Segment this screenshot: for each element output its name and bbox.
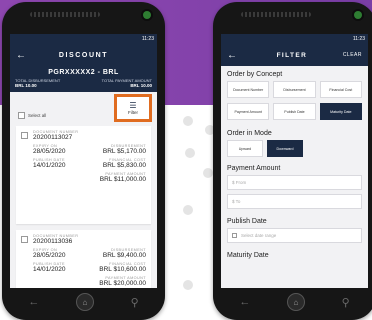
filter-header: ← FILTER CLEAR	[221, 44, 368, 66]
filter-label: Filter	[128, 109, 138, 115]
decor-dot	[203, 168, 213, 178]
nav-back-icon[interactable]: ←	[239, 296, 250, 308]
discount-screen: 11:23 ← DISCOUNT PGRXXXXX2 - BRL TOTAL D…	[10, 34, 157, 288]
date-range-placeholder: Select date range	[241, 233, 277, 238]
camera-icon	[354, 11, 362, 19]
phone-right: 11:23 ← FILTER CLEAR Order by Concept Do…	[213, 2, 372, 320]
filter-screen: 11:23 ← FILTER CLEAR Order by Concept Do…	[221, 34, 368, 288]
concept-option-payment-amount[interactable]: Payment Amount	[227, 103, 270, 120]
expiry-value: 28/05/2020	[33, 252, 66, 259]
maturity-date-title: Maturity Date	[227, 252, 269, 259]
status-time: 11:23	[221, 34, 368, 44]
account-number: PGRXXXXX2 - BRL	[48, 69, 119, 76]
select-all-checkbox[interactable]	[18, 112, 25, 119]
concept-option-document-number[interactable]: Document Number	[227, 81, 270, 98]
amount-from-input[interactable]: $ From	[227, 175, 362, 190]
decor-dot	[185, 148, 195, 158]
mode-option-upward[interactable]: Upward	[227, 140, 263, 157]
order-concept-title: Order by Concept	[227, 71, 283, 78]
page-title: DISCOUNT	[58, 51, 109, 59]
publish-date-title: Publish Date	[227, 218, 267, 225]
phone-left: 11:23 ← DISCOUNT PGRXXXXX2 - BRL TOTAL D…	[2, 2, 165, 320]
publish-date-range-input[interactable]: Select date range	[227, 228, 362, 243]
select-all-label: Select all	[28, 113, 47, 118]
total-payment-value: BRL 10.00	[130, 83, 152, 88]
concept-row-1: Document Number Disbursement Financial C…	[221, 81, 368, 98]
concept-option-financial-cost[interactable]: Financial Cost	[319, 81, 362, 98]
nav-search-icon[interactable]: ⚲	[131, 296, 139, 309]
order-mode-title: Order in Mode	[227, 130, 272, 137]
discount-header: ← DISCOUNT	[10, 44, 157, 66]
decor-dot	[183, 205, 193, 215]
payment-amount-title: Payment Amount	[227, 165, 281, 172]
disbursement-value: BRL $9,400.00	[102, 252, 146, 259]
document-card[interactable]: DOCUMENT NUMBER 20200113027 EXPIRY ON 28…	[16, 126, 151, 224]
calendar-icon	[232, 233, 237, 238]
filter-button[interactable]: ☰ Filter	[114, 94, 152, 122]
total-disbursement-value: BRL 10.00	[15, 83, 37, 88]
concept-option-disbursement[interactable]: Disbursement	[273, 81, 316, 98]
back-arrow-icon[interactable]: ←	[227, 50, 241, 61]
status-time: 11:23	[10, 34, 157, 44]
document-card[interactable]: DOCUMENT NUMBER 20200113036 EXPIRY ON 28…	[16, 230, 151, 288]
decor-dot	[183, 280, 193, 290]
publish-date-value: 14/01/2020	[33, 266, 66, 273]
concept-option-maturity-date[interactable]: Maturity Date	[319, 103, 362, 120]
payment-amount-value: BRL $20,000.00	[99, 280, 146, 287]
amount-to-input[interactable]: $ To	[227, 194, 362, 209]
concept-row-2: Payment Amount Publish Date Maturity Dat…	[221, 103, 368, 120]
filter-icon: ☰	[129, 100, 137, 110]
list-toolbar: Select all ☰ Filter	[10, 92, 157, 126]
select-all[interactable]: Select all	[18, 112, 46, 119]
page-title: FILTER	[276, 51, 308, 59]
clear-button[interactable]: CLEAR	[343, 52, 362, 58]
back-arrow-icon[interactable]: ←	[16, 50, 30, 61]
android-nav-bar: ← ⌂ ⚲	[10, 288, 157, 316]
card-checkbox[interactable]	[21, 236, 28, 243]
financial-cost-value: BRL $10,600.00	[99, 266, 146, 273]
payment-amount-value: BRL $11,000.00	[99, 176, 146, 183]
card-checkbox[interactable]	[21, 132, 28, 139]
mode-options: Upward Downward	[221, 140, 368, 157]
financial-cost-value: BRL $5,830.00	[102, 162, 146, 169]
speaker-grille	[241, 12, 311, 17]
speaker-grille	[30, 12, 100, 17]
account-summary: PGRXXXXX2 - BRL TOTAL DISBURSEMENT BRL 1…	[10, 66, 157, 92]
nav-home-icon[interactable]: ⌂	[75, 293, 94, 311]
camera-icon	[143, 11, 151, 19]
nav-back-icon[interactable]: ←	[28, 296, 39, 308]
mode-option-downward[interactable]: Downward	[267, 140, 303, 157]
android-nav-bar: ← ⌂ ⚲	[221, 288, 368, 316]
doc-number-value: 20200113036	[33, 238, 73, 245]
expiry-value: 28/05/2020	[33, 148, 66, 155]
nav-search-icon[interactable]: ⚲	[342, 296, 350, 309]
publish-date-value: 14/01/2020	[33, 162, 66, 169]
disbursement-value: BRL $5,170.00	[102, 148, 146, 155]
concept-option-publish-date[interactable]: Publish Date	[273, 103, 316, 120]
nav-home-icon[interactable]: ⌂	[286, 293, 305, 311]
decor-dot	[183, 116, 193, 126]
doc-number-value: 20200113027	[33, 134, 73, 141]
